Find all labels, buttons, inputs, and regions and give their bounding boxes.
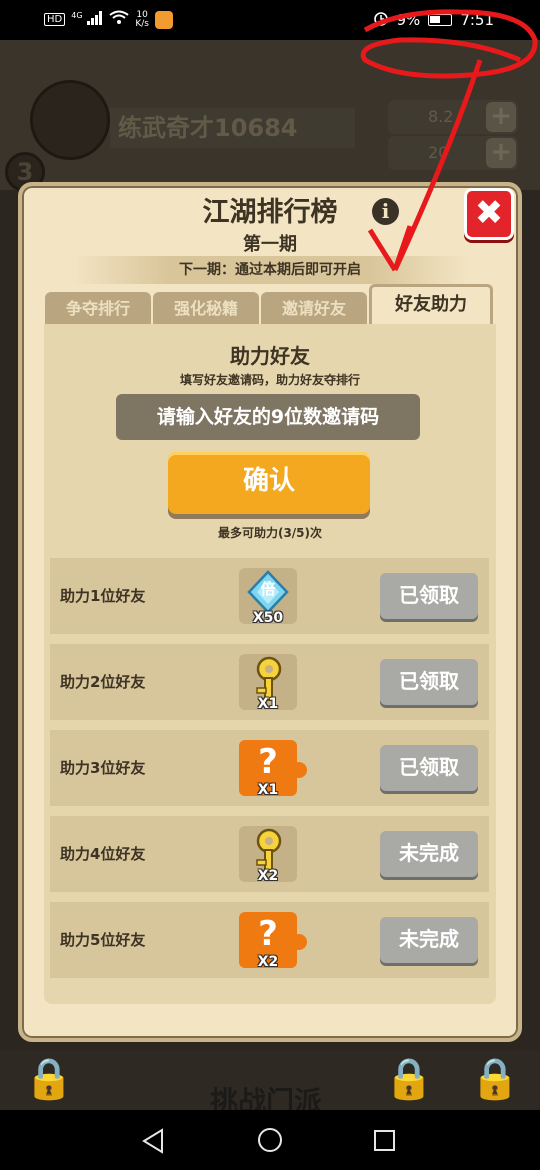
hd-badge: HD	[44, 13, 66, 26]
reward-quantity: X2	[257, 868, 279, 884]
player-name: 练武奇才10684	[110, 108, 355, 148]
net-speed: 10 K/s	[135, 9, 149, 29]
panel-subtitle: 填写好友邀请码，助力好友夺排行	[179, 373, 360, 387]
row-label: 助力1位好友	[60, 587, 146, 605]
alarm-icon	[373, 10, 389, 30]
key-icon: X1	[239, 654, 297, 712]
recent-apps-icon[interactable]	[374, 1130, 395, 1151]
tab-friend-assist[interactable]: 好友助力	[369, 284, 493, 324]
row-label: 助力5位好友	[60, 931, 146, 949]
mystery-box-icon: ? X1	[239, 740, 307, 798]
tab-invite[interactable]: 邀请好友	[261, 292, 367, 324]
reward-quantity: X1	[257, 696, 279, 712]
signal-icon: 4G	[71, 10, 103, 29]
home-icon[interactable]	[258, 1128, 282, 1152]
resource-gem: 20 +	[388, 136, 518, 170]
incomplete-button[interactable]: 未完成	[380, 831, 478, 877]
claimed-button[interactable]: 已领取	[380, 659, 478, 705]
dialog-title: 江湖排行榜	[202, 197, 338, 228]
reward-quantity: X50	[252, 610, 284, 626]
shield-app-icon	[154, 10, 173, 29]
row-label: 助力4位好友	[60, 845, 146, 863]
battery-icon	[428, 14, 453, 26]
row-label: 助力3位好友	[60, 759, 146, 777]
invite-code-input[interactable]	[116, 394, 420, 440]
claimed-button[interactable]: 已领取	[380, 745, 478, 791]
reward-row: 助力1位好友 倍 X50 已领取	[50, 558, 489, 634]
reward-row: 助力3位好友 ? X1 已领取	[50, 730, 489, 806]
mystery-box-icon: ? X2	[239, 912, 307, 970]
claimed-button[interactable]: 已领取	[380, 573, 478, 619]
info-icon[interactable]: i	[372, 198, 399, 225]
add-gem-button[interactable]: +	[486, 138, 516, 168]
tab-rank[interactable]: 争夺排行	[45, 292, 151, 324]
incomplete-button[interactable]: 未完成	[380, 917, 478, 963]
reward-row: 助力5位好友 ? X2 未完成	[50, 902, 489, 978]
player-avatar	[30, 80, 110, 160]
confirm-button[interactable]: 确认	[168, 452, 370, 514]
assist-limit: 最多可助力(3/5)次	[217, 526, 323, 540]
tab-strengthen[interactable]: 强化秘籍	[153, 292, 259, 324]
add-coin-button[interactable]: +	[486, 102, 516, 132]
wifi-icon	[109, 10, 129, 29]
dialog-period: 第一期	[243, 234, 297, 255]
row-label: 助力2位好友	[60, 673, 146, 691]
resource-coin: 8.2 +	[388, 100, 518, 134]
clock-time: 7:51	[460, 11, 494, 29]
reward-row: 助力4位好友 X2 未完成	[50, 816, 489, 892]
battery-percent: 9%	[396, 11, 421, 29]
close-button[interactable]: ✖	[464, 188, 514, 240]
status-bar: HD 4G 10 K/s 9% 7:51	[0, 0, 540, 40]
reward-quantity: X1	[257, 782, 279, 798]
reward-row: 助力2位好友 X1 已领取	[50, 644, 489, 720]
next-period-note: 下一期：通过本期后即可开启	[70, 256, 470, 284]
panel-title: 助力好友	[230, 344, 310, 368]
key-icon: X2	[239, 826, 297, 884]
reward-quantity: X2	[257, 954, 279, 970]
back-icon[interactable]	[142, 1128, 166, 1154]
diamond-icon: 倍 X50	[239, 568, 297, 626]
